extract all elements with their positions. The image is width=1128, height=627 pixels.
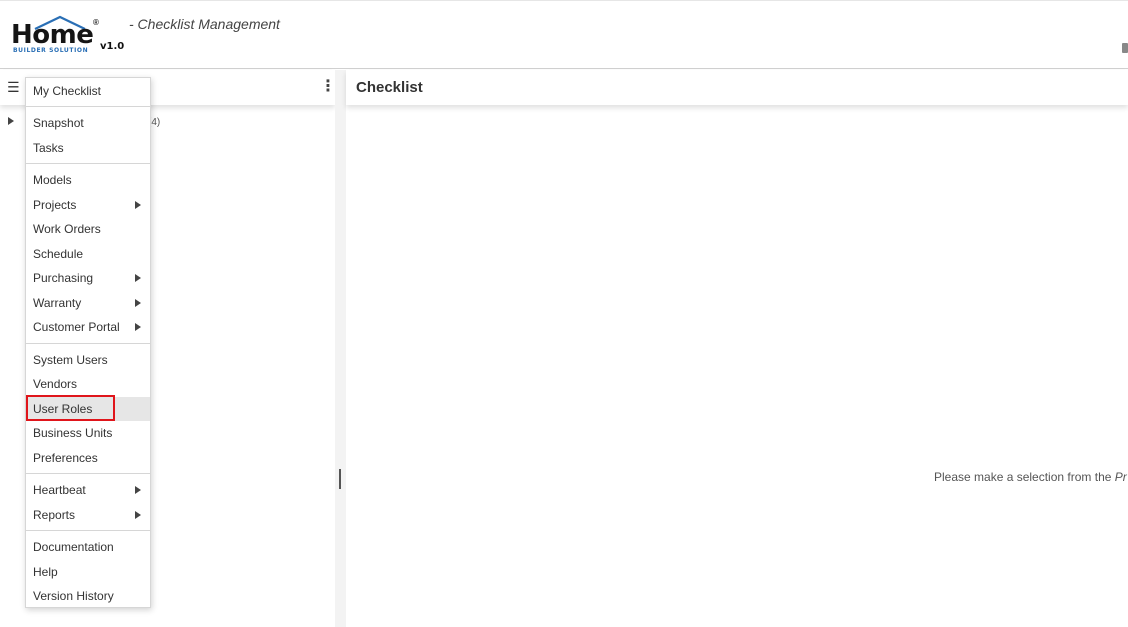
menu-divider: [26, 163, 150, 164]
hamburger-icon[interactable]: ☰: [7, 80, 20, 94]
menu-item-label: User Roles: [33, 402, 93, 416]
logo-wordmark: Home: [11, 20, 94, 50]
empty-state-text: Please make a selection from the: [934, 470, 1115, 484]
menu-item-label: Customer Portal: [33, 320, 120, 334]
splitter-grip-icon[interactable]: [339, 469, 341, 489]
menu-divider: [26, 343, 150, 344]
menu-item-label: Snapshot: [33, 116, 84, 130]
menu-item-models[interactable]: Models: [26, 168, 150, 192]
checklist-title: Checklist: [356, 79, 423, 96]
submenu-arrow-icon: [135, 511, 141, 519]
menu-item-label: System Users: [33, 353, 108, 367]
menu-item-label: Help: [33, 565, 58, 579]
menu-item-snapshot[interactable]: Snapshot: [26, 111, 150, 135]
menu-item-label: My Checklist: [33, 84, 102, 98]
submenu-arrow-icon: [135, 274, 141, 282]
tree-expand-icon[interactable]: [8, 117, 14, 125]
menu-item-my-checklist[interactable]: My Checklist: [26, 79, 150, 103]
menu-item-system-users[interactable]: System Users: [26, 348, 150, 372]
app-header: Home ® BUILDER SOLUTION v1.0 - Checklist…: [0, 0, 1128, 69]
menu-item-tasks[interactable]: Tasks: [26, 136, 150, 160]
menu-item-label: Models: [33, 173, 72, 187]
menu-item-preferences[interactable]: Preferences: [26, 446, 150, 470]
menu-item-label: Heartbeat: [33, 483, 86, 497]
menu-item-label: Schedule: [33, 247, 84, 261]
menu-item-label: Warranty: [33, 296, 82, 310]
submenu-arrow-icon: [135, 486, 141, 494]
menu-item-help[interactable]: Help: [26, 560, 150, 584]
menu-item-purchasing[interactable]: Purchasing: [26, 266, 150, 290]
menu-item-warranty[interactable]: Warranty: [26, 291, 150, 315]
menu-divider: [26, 106, 150, 107]
menu-divider: [26, 530, 150, 531]
logo-registered-mark: ®: [93, 18, 99, 27]
submenu-arrow-icon: [135, 323, 141, 331]
menu-item-label: Work Orders: [33, 222, 101, 236]
submenu-arrow-icon: [135, 201, 141, 209]
menu-item-label: Preferences: [33, 451, 98, 465]
menu-item-business-units[interactable]: Business Units: [26, 421, 150, 445]
pane-splitter[interactable]: [335, 70, 346, 627]
menu-item-reports[interactable]: Reports: [26, 503, 150, 527]
empty-state-text-italic: Pr: [1114, 470, 1127, 484]
menu-item-label: Documentation: [33, 540, 114, 554]
menu-item-heartbeat[interactable]: Heartbeat: [26, 478, 150, 502]
empty-state-message: Please make a selection from the Pr: [934, 470, 1127, 484]
kebab-icon[interactable]: ⋮: [320, 79, 336, 95]
window-edge-icon[interactable]: [1122, 43, 1128, 53]
menu-item-label: Tasks: [33, 141, 64, 155]
menu-item-version-history[interactable]: Version History: [26, 584, 150, 608]
navigation-menu: My Checklist Snapshot Tasks Models Proje…: [25, 77, 151, 608]
menu-item-label: Business Units: [33, 426, 113, 440]
menu-item-label: Reports: [33, 508, 76, 522]
app-logo[interactable]: Home ® BUILDER SOLUTION v1.0: [11, 14, 126, 58]
menu-item-vendors[interactable]: Vendors: [26, 372, 150, 396]
menu-item-user-roles[interactable]: User Roles: [26, 397, 150, 421]
menu-item-schedule[interactable]: Schedule: [26, 242, 150, 266]
checklist-panel: Checklist Please make a selection from t…: [346, 70, 1128, 627]
app-version: v1.0: [100, 41, 125, 52]
menu-divider: [26, 473, 150, 474]
menu-item-customer-portal[interactable]: Customer Portal: [26, 315, 150, 339]
menu-item-documentation[interactable]: Documentation: [26, 535, 150, 559]
menu-item-label: Purchasing: [33, 271, 94, 285]
submenu-arrow-icon: [135, 299, 141, 307]
checklist-panel-header: Checklist: [346, 70, 1128, 105]
menu-item-label: Vendors: [33, 377, 78, 391]
menu-item-work-orders[interactable]: Work Orders: [26, 217, 150, 241]
menu-item-projects[interactable]: Projects: [26, 193, 150, 217]
logo-subtitle: BUILDER SOLUTION: [13, 47, 89, 54]
page-title: - Checklist Management: [129, 16, 280, 32]
menu-item-label: Projects: [33, 198, 77, 212]
menu-item-label: Version History: [33, 589, 114, 603]
